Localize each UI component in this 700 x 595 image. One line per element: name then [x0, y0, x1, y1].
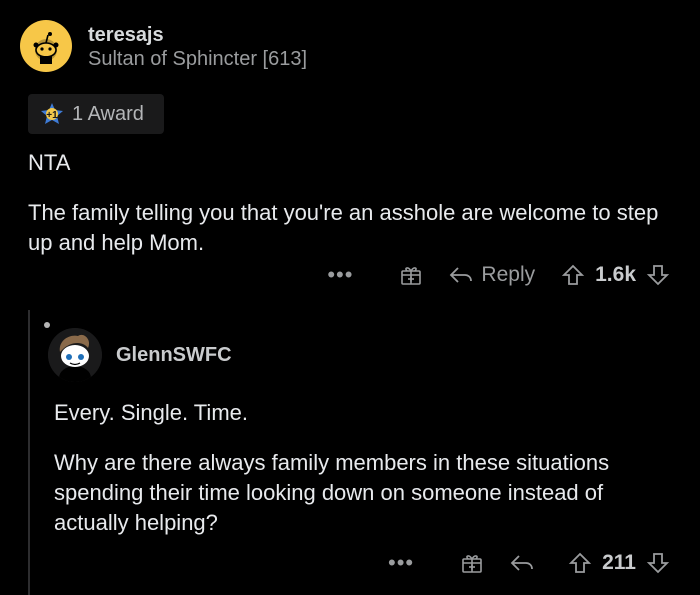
comment-paragraph: The family telling you that you're an as…	[28, 200, 659, 255]
comment-thread: teresajs Sultan of Sphincter [613] +1 1 …	[0, 0, 700, 595]
downvote-icon[interactable]	[646, 263, 670, 287]
svg-text:+1: +1	[46, 110, 58, 121]
reply-username[interactable]: GlennSWFC	[116, 344, 232, 367]
snoo-avatar-icon	[48, 328, 102, 382]
award-icon: +1	[41, 103, 63, 124]
thread-line[interactable]	[28, 310, 30, 595]
reply-label: Reply	[481, 263, 536, 286]
score: 1.6k	[595, 263, 636, 286]
gift-icon[interactable]	[399, 263, 423, 287]
more-icon[interactable]: •••	[388, 550, 414, 576]
reply-paragraph: Every. Single. Time.	[54, 400, 248, 425]
snoo-avatar-icon	[33, 32, 59, 64]
score: 211	[602, 551, 636, 574]
downvote-icon[interactable]	[646, 551, 670, 575]
thread-dot	[44, 322, 50, 328]
reply-arrow-icon	[510, 555, 534, 571]
comment-paragraph: NTA	[28, 150, 71, 175]
reply-arrow-icon	[450, 267, 473, 283]
vote-controls: 211	[568, 551, 670, 575]
upvote-icon[interactable]	[561, 263, 585, 287]
more-icon[interactable]: •••	[327, 262, 353, 288]
reply-button[interactable]	[510, 553, 542, 573]
comment-body: NTA The family telling you that you're a…	[28, 148, 668, 258]
user-flair: Sultan of Sphincter [613]	[88, 48, 308, 70]
avatar[interactable]	[20, 20, 72, 72]
upvote-icon[interactable]	[568, 551, 592, 575]
vote-controls: 1.6k	[561, 263, 670, 287]
reply-button[interactable]: Reply	[449, 263, 535, 287]
award-label: 1 Award	[72, 102, 144, 125]
reply-paragraph: Why are there always family members in t…	[54, 450, 610, 535]
award-badge[interactable]: +1 1 Award	[28, 94, 164, 134]
avatar[interactable]	[48, 328, 102, 382]
gift-icon[interactable]	[460, 551, 484, 575]
reply-actions: ••• 211	[388, 550, 670, 576]
username[interactable]: teresajs	[88, 24, 164, 47]
comment-actions: ••• Reply 1.6k	[327, 262, 670, 288]
reply-body: Every. Single. Time. Why are there alway…	[54, 398, 674, 538]
